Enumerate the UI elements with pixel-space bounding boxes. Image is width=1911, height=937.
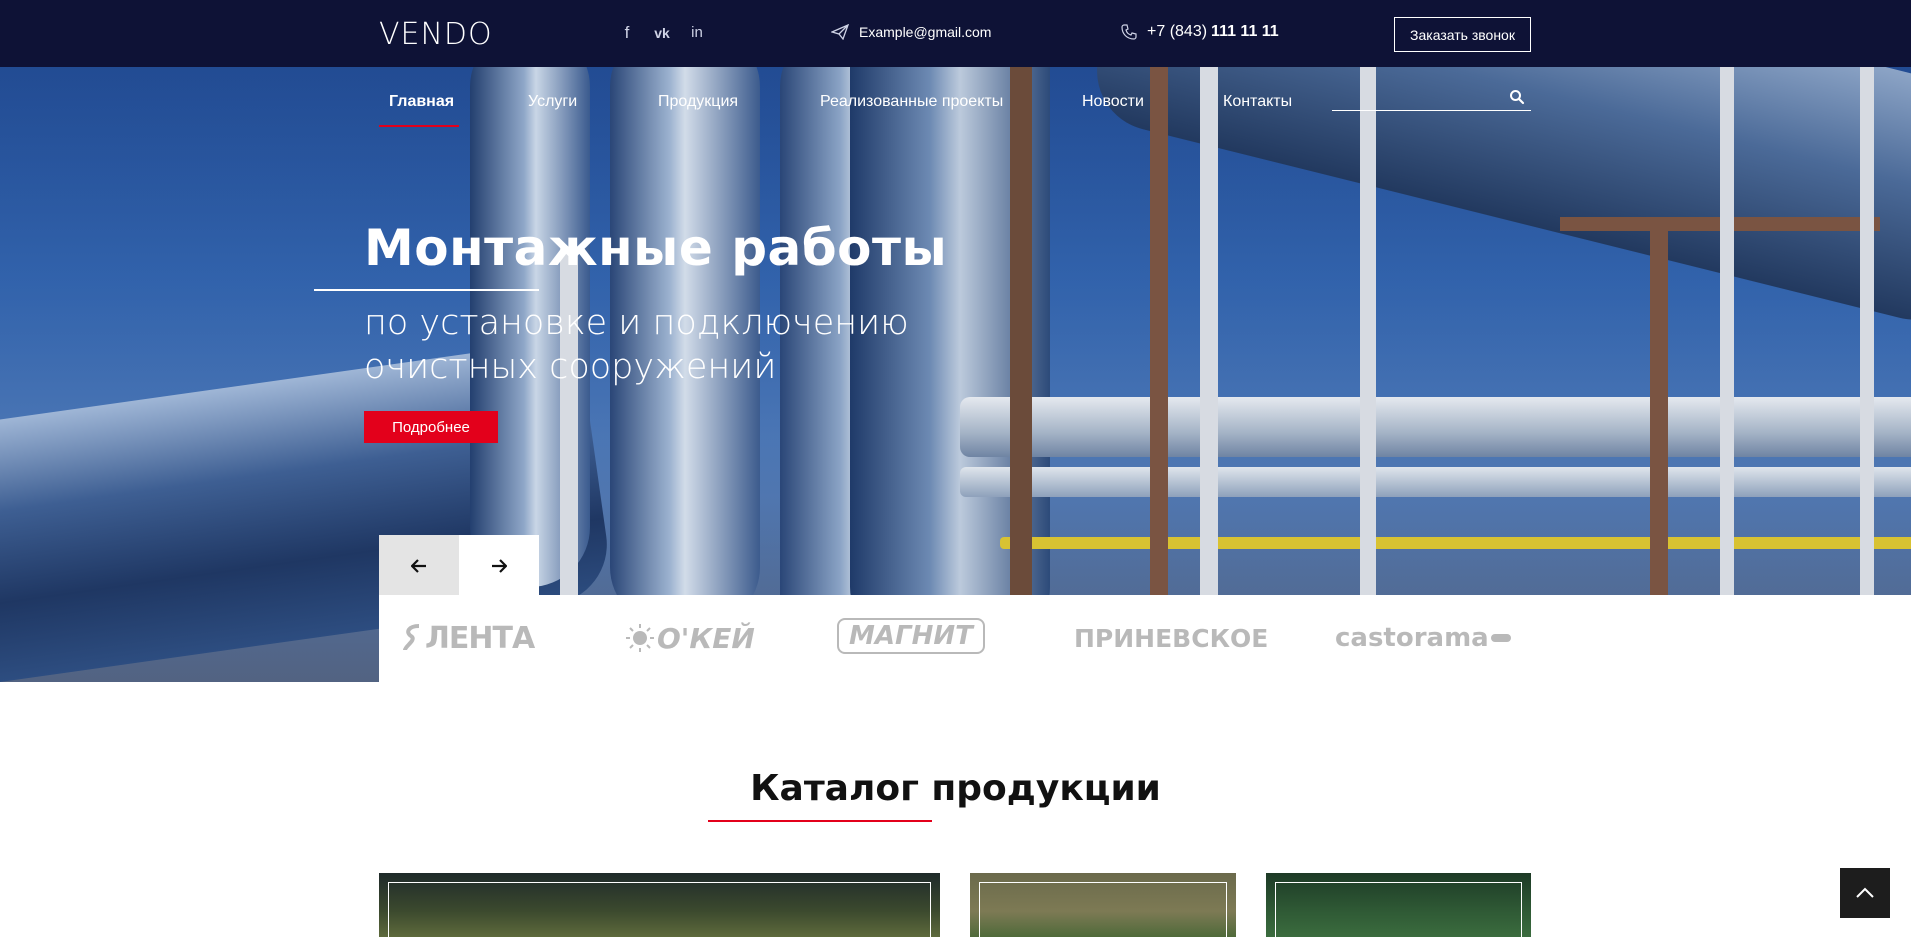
partner-logo-prinevskoe[interactable]: ПРИНЕВСКОЕ <box>1074 618 1268 658</box>
hero-slider: Главная Услуги Продукция Реализованные п… <box>0 67 1911 682</box>
top-bar: VENDO f vk in Example@gmail.com +7 (843)… <box>0 0 1911 67</box>
phone-prefix: +7 (843) <box>1147 23 1208 40</box>
nav-item-home[interactable]: Главная <box>389 93 454 111</box>
partner-name: ПРИНЕВСКОЕ <box>1074 623 1269 653</box>
phone-number: 111 11 11 <box>1211 23 1279 40</box>
partner-logo-magnit[interactable]: МАГНИТ <box>837 618 985 654</box>
catalog-title-underline <box>708 820 932 822</box>
hero-subtitle: по установке и подключению очистных соор… <box>364 303 909 387</box>
nav-item-products[interactable]: Продукция <box>658 93 738 111</box>
order-call-button[interactable]: Заказать звонок <box>1394 17 1531 52</box>
arrow-right-icon <box>492 558 507 573</box>
social-links: f vk in <box>617 22 707 44</box>
more-button[interactable]: Подробнее <box>364 411 498 443</box>
nav-item-projects[interactable]: Реализованные проекты <box>820 93 1003 111</box>
facebook-icon[interactable]: f <box>617 22 637 44</box>
nav-item-news[interactable]: Новости <box>1082 93 1144 111</box>
catalog-card[interactable] <box>379 873 940 937</box>
vk-icon[interactable]: vk <box>651 22 673 44</box>
partner-logo-castorama[interactable]: castorama <box>1335 618 1511 658</box>
partner-logo-lenta[interactable]: ЛЕНТА <box>401 618 535 658</box>
search-icon[interactable] <box>1509 89 1525 105</box>
nav-item-contacts[interactable]: Контакты <box>1223 93 1292 111</box>
partner-name: castorama <box>1335 623 1489 653</box>
catalog-card[interactable] <box>970 873 1236 937</box>
nav-item-services[interactable]: Услуги <box>528 93 577 111</box>
lenta-mark-icon <box>403 624 420 651</box>
email-text: Example@gmail.com <box>859 24 992 40</box>
contact-phone[interactable]: +7 (843) 111 11 11 <box>1121 23 1279 41</box>
active-nav-underline <box>379 125 459 127</box>
search-box <box>1332 87 1531 111</box>
catalog-card[interactable] <box>1266 873 1531 937</box>
sun-icon <box>626 624 654 652</box>
partner-name: О'КЕЙ <box>657 621 755 655</box>
search-input[interactable] <box>1332 87 1502 109</box>
scroll-to-top-button[interactable] <box>1840 868 1890 918</box>
card-frame <box>1275 882 1522 937</box>
paper-plane-icon <box>831 24 849 40</box>
castorama-bar-icon <box>1490 634 1511 642</box>
chevron-up-icon <box>1856 887 1874 898</box>
slider-prev-button[interactable] <box>379 535 459 596</box>
hero-title: Монтажные работы <box>364 219 948 277</box>
partners-strip: ЛЕНТА О'КЕЙ МАГНИТ ПРИНЕВСКОЕ castorama <box>379 595 1911 682</box>
card-frame <box>979 882 1227 937</box>
main-nav: Главная Услуги Продукция Реализованные п… <box>0 67 1911 137</box>
card-frame <box>388 882 931 937</box>
linkedin-icon[interactable]: in <box>687 22 707 44</box>
hero-title-underline <box>314 289 539 291</box>
partner-name: МАГНИТ <box>849 621 973 651</box>
partner-logo-okey[interactable]: О'КЕЙ <box>625 618 755 658</box>
contact-email[interactable]: Example@gmail.com <box>831 24 991 40</box>
partner-name: ЛЕНТА <box>425 620 535 656</box>
phone-icon <box>1121 24 1137 40</box>
arrow-left-icon <box>411 558 426 573</box>
slider-next-button[interactable] <box>459 535 539 596</box>
catalog-title: Каталог продукции <box>750 768 1161 809</box>
site-logo[interactable]: VENDO <box>379 17 493 52</box>
